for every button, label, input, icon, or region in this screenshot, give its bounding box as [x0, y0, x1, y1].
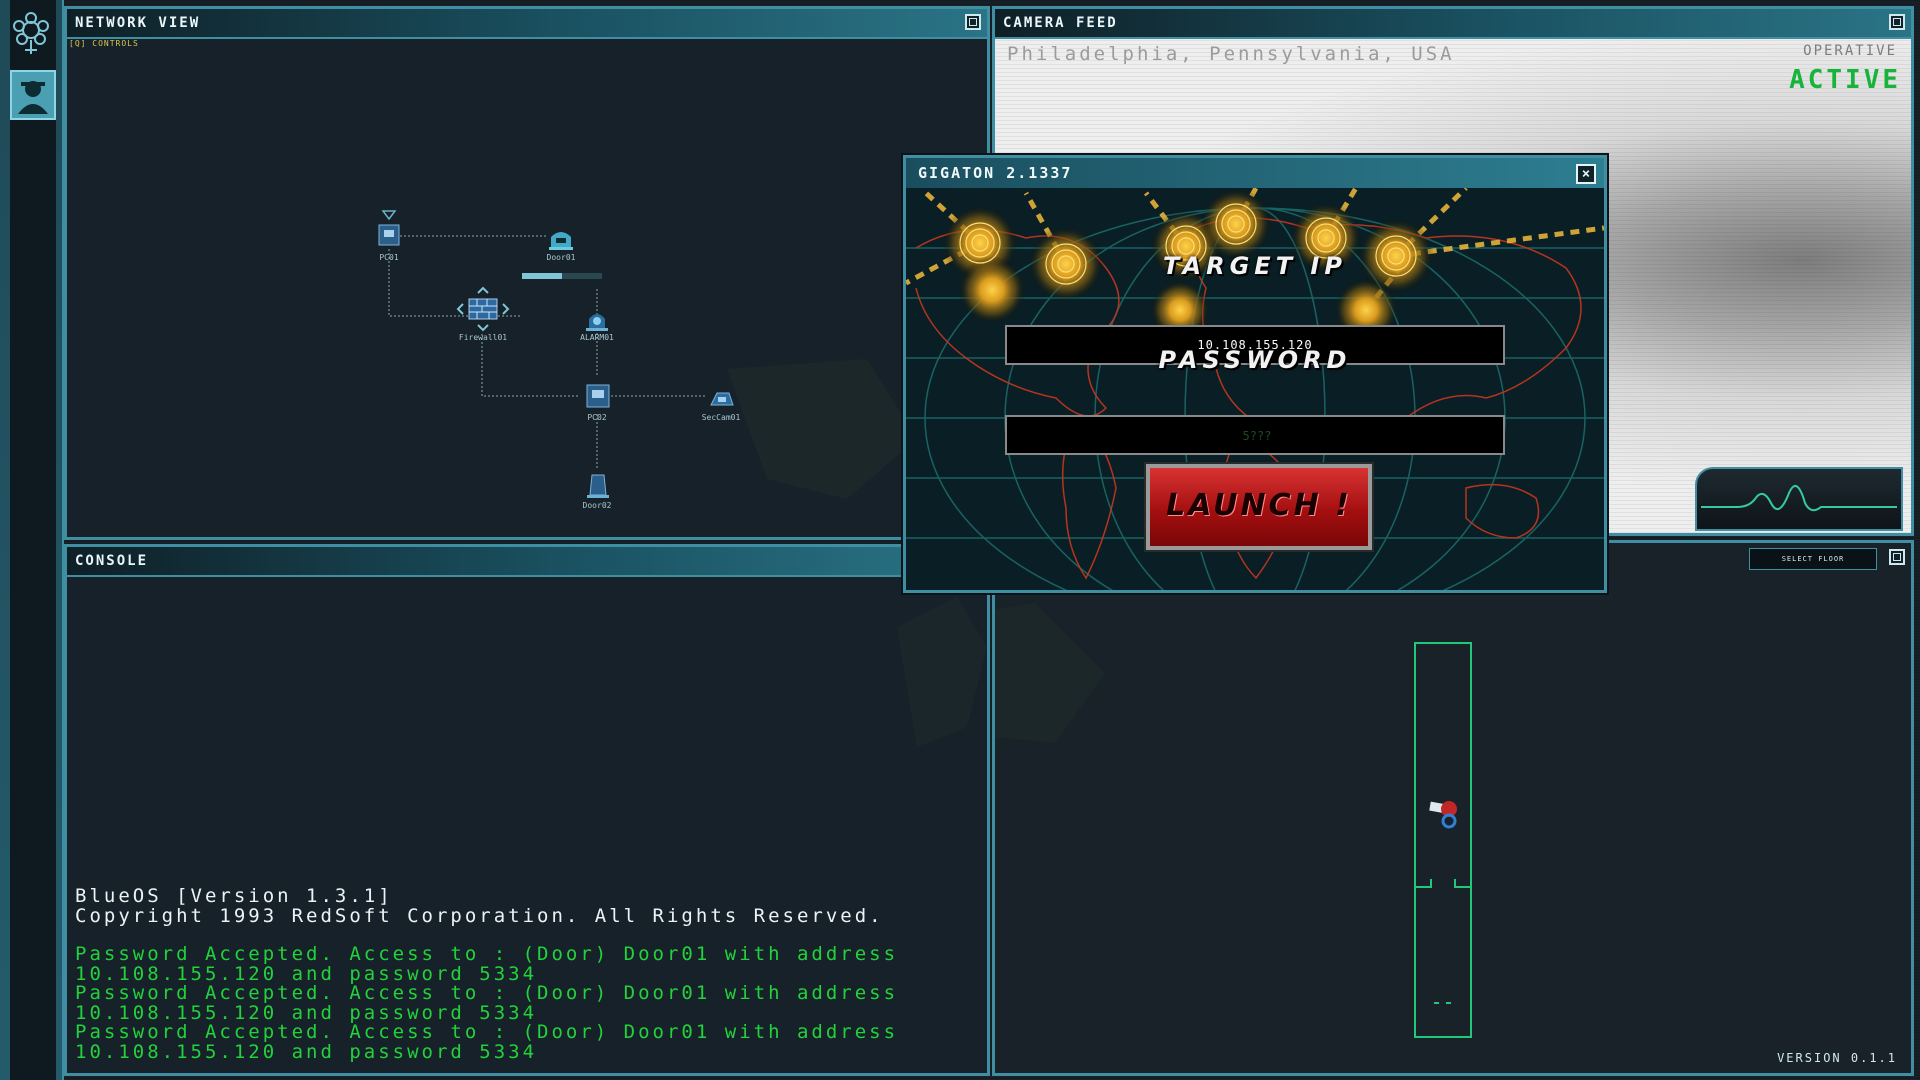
heartbeat-monitor	[1695, 467, 1903, 531]
rail-track	[10, 0, 56, 1080]
seccam01-node-icon[interactable]	[707, 385, 737, 411]
camera-feed-maximize-button[interactable]	[1889, 14, 1905, 30]
door02-label: Door02	[582, 501, 612, 510]
dialog-close-button[interactable]: ×	[1576, 164, 1596, 184]
console-panel: Console BlueOS [Version 1.3.1] Copyright…	[64, 544, 990, 1076]
password-input[interactable]	[1007, 417, 1507, 455]
left-rail	[0, 0, 64, 1080]
console-entry-line: Password Accepted. Access to : (Door) Do…	[75, 982, 899, 1004]
console-bg-shape	[897, 597, 987, 747]
dialog-title: GIGATON 2.1337	[906, 158, 1604, 188]
firewall01-label: Firewall01	[458, 333, 508, 342]
alarm01-label: ALARM01	[580, 333, 614, 342]
console-title: Console	[67, 547, 987, 577]
launch-button[interactable]: LAUNCH !	[1144, 462, 1374, 552]
gigaton-dialog: GIGATON 2.1337 × TARGET IP 10.108.155.12…	[903, 155, 1607, 593]
pc01-node-icon[interactable]	[376, 209, 402, 251]
door01-node-icon[interactable]	[547, 227, 575, 253]
agent-marker-icon[interactable]	[1429, 801, 1457, 829]
operative-status: ACTIVE	[1789, 65, 1901, 95]
console-entry-line: Password Accepted. Access to : (Door) Do…	[75, 1021, 899, 1043]
firewall01-node-icon[interactable]	[455, 285, 511, 333]
password-label: PASSWORD	[1158, 346, 1352, 374]
console-os-line: BlueOS [Version 1.3.1]	[75, 885, 393, 907]
seccam01-label: SecCam01	[701, 413, 741, 422]
operative-label: OPERATIVE	[1803, 43, 1897, 59]
agency-logo-icon	[13, 12, 49, 54]
version-label: VERSION 0.1.1	[1777, 1051, 1897, 1065]
camera-location: Philadelphia, Pennsylvania, USA	[1007, 43, 1455, 65]
heartbeat-wave-icon	[1701, 484, 1897, 512]
camera-feed-title: Camera Feed	[995, 9, 1911, 39]
agent-icon	[18, 81, 48, 114]
network-graph	[388, 235, 917, 499]
pc02-node-icon[interactable]	[585, 383, 611, 411]
floor-map	[995, 603, 1472, 1038]
agent-avatar-button[interactable]	[10, 70, 56, 120]
console-copyright-line: Copyright 1993 RedSoft Corporation. All …	[75, 904, 884, 927]
door01-label: Door01	[546, 253, 576, 262]
door02-node-icon[interactable]	[585, 471, 611, 501]
floor-view-panel: SELECT FLOOR VERSION 0.1.1	[992, 540, 1914, 1076]
door01-progress-fill	[522, 273, 562, 279]
password-field[interactable]	[1005, 415, 1507, 455]
alarm01-node-icon[interactable]	[583, 307, 611, 333]
console-output: BlueOS [Version 1.3.1] Copyright 1993 Re…	[75, 885, 979, 1063]
console-entry-line: Password Accepted. Access to : (Door) Do…	[75, 943, 899, 965]
network-view-panel: Network View [Q] CONTROLS PC01 Door01	[64, 6, 990, 540]
target-ip-label: TARGET IP	[1163, 252, 1347, 280]
pc01-label: PC01	[379, 253, 399, 262]
console-entry-line: 10.108.155.120 and password 5334	[75, 1040, 538, 1063]
pc02-label: PC02	[587, 413, 607, 422]
